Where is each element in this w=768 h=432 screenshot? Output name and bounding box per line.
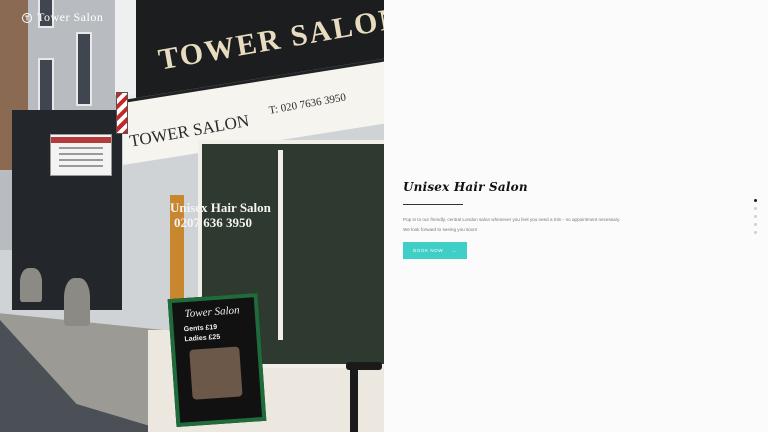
barber-pole-icon <box>116 92 128 134</box>
a-board-gents: Gents £19 <box>183 323 218 334</box>
site-logo[interactable]: Tower Salon <box>22 10 103 25</box>
slide-dot-1[interactable] <box>754 199 757 202</box>
logo-text: Tower Salon <box>37 10 104 24</box>
slide-dot-2[interactable] <box>754 207 757 210</box>
description-line-1: Pop in to our friendly, central London s… <box>403 217 621 222</box>
neighbor-sign <box>50 134 112 176</box>
slide-dot-3[interactable] <box>754 215 757 218</box>
slide-pagination <box>754 199 757 234</box>
hero-content: Unisex Hair Salon Pop in to our friendly… <box>403 180 703 259</box>
slide-dot-4[interactable] <box>754 223 757 226</box>
a-board-title: Tower Salon <box>184 304 240 321</box>
description-line-2: We look forward to seeing you soon! <box>403 227 478 232</box>
lion-statue <box>20 268 42 302</box>
hero-photo: TOWER SALON TOWER SALON T: 020 7636 3950… <box>0 0 384 432</box>
a-board-sign: Tower Salon Gents £19 Ladies £25 <box>167 293 267 427</box>
window-lettering-2: 0207 636 3950 <box>174 215 252 230</box>
book-now-button[interactable]: BOOK NOW → <box>403 242 467 259</box>
a-board-ladies: Ladies £25 <box>184 333 221 344</box>
heading-divider <box>403 204 463 205</box>
window-mullion <box>278 150 283 340</box>
section-heading: Unisex Hair Salon <box>403 180 528 194</box>
arrow-right-icon: → <box>451 247 457 254</box>
book-now-label: BOOK NOW <box>413 248 444 253</box>
building-window <box>76 32 92 106</box>
bollard <box>350 365 358 432</box>
slide-dot-5[interactable] <box>754 231 757 234</box>
window-lettering-1: Unisex Hair Salon <box>170 200 271 215</box>
a-board-photo <box>189 346 243 400</box>
lion-statue <box>64 278 90 326</box>
salon-emblem-icon <box>22 12 32 23</box>
